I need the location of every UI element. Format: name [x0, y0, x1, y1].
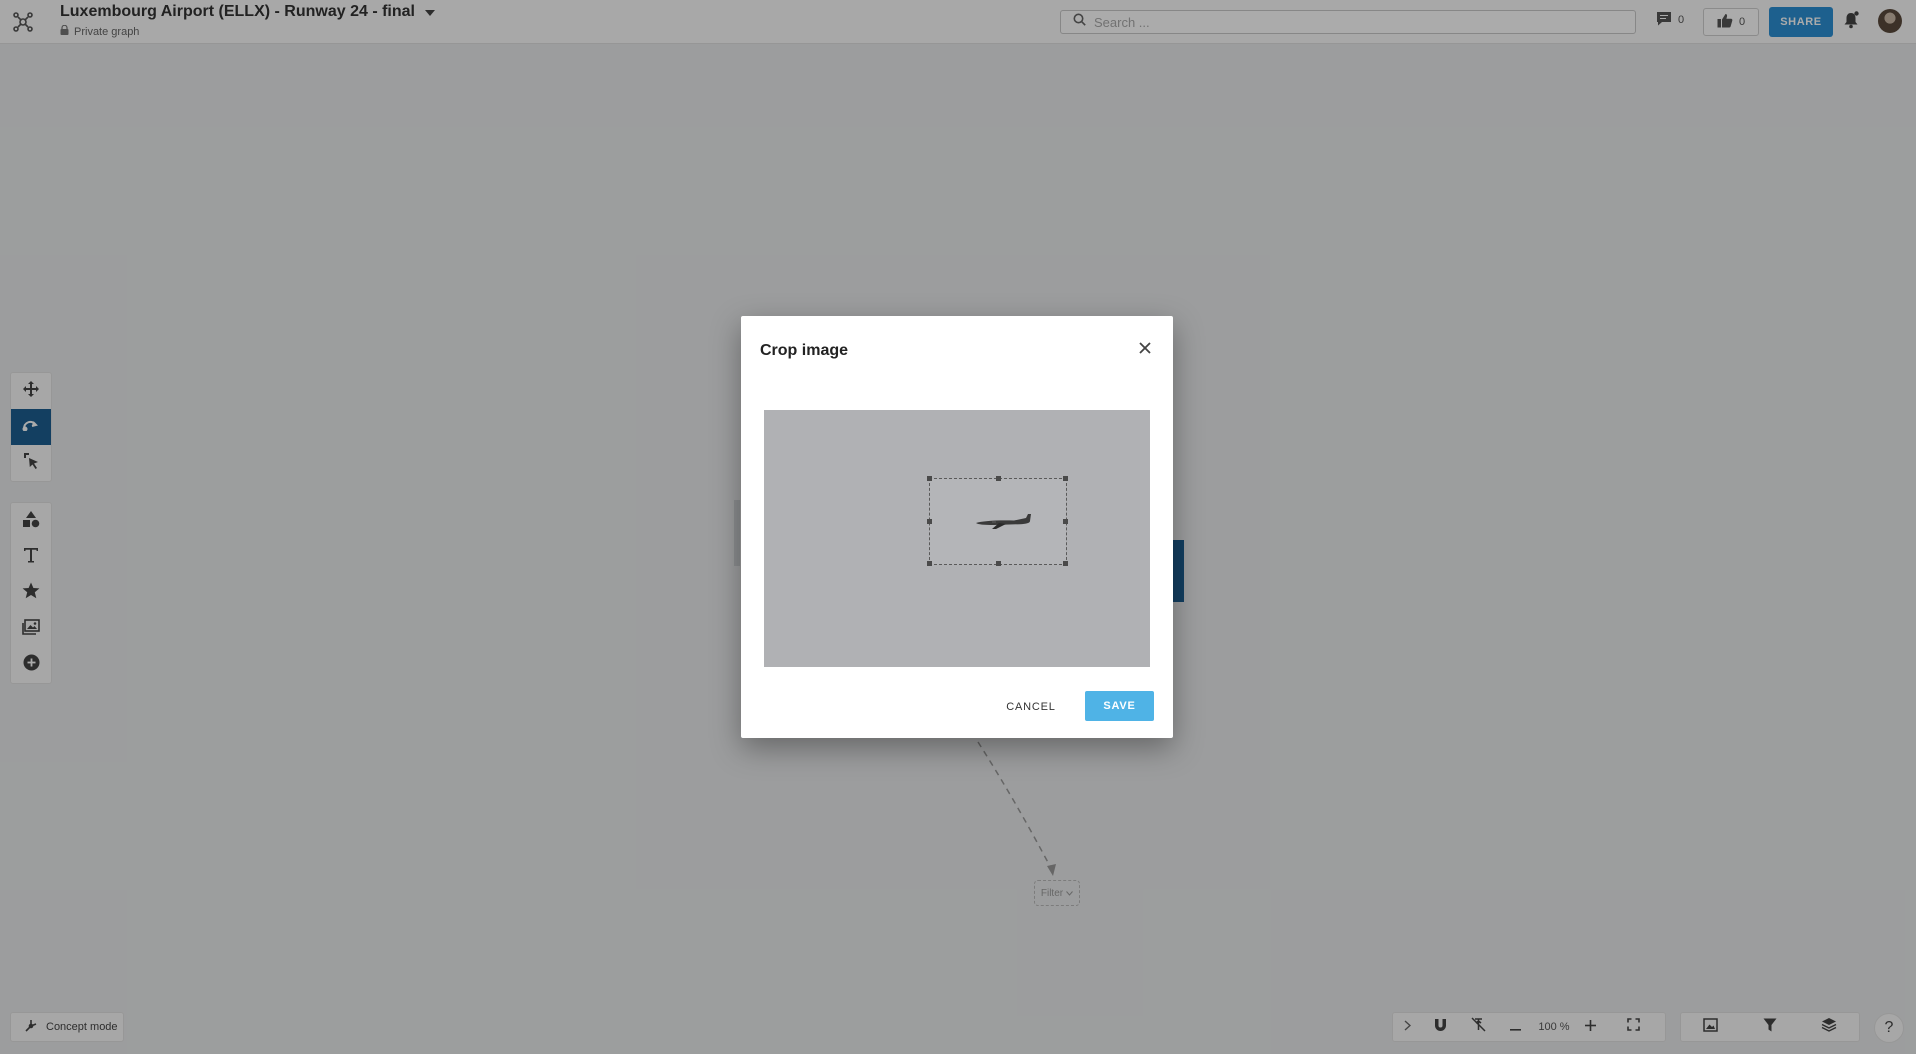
- close-icon: [1139, 341, 1151, 359]
- dialog-title: Crop image: [760, 342, 849, 359]
- close-dialog-button[interactable]: [1133, 338, 1157, 362]
- crop-handle-right[interactable]: [1063, 519, 1068, 524]
- cancel-button[interactable]: CANCEL: [998, 692, 1064, 722]
- crop-canvas[interactable]: [764, 410, 1150, 667]
- airplane-image: [976, 514, 1031, 529]
- crop-handle-top-right[interactable]: [1063, 476, 1068, 481]
- crop-handle-bottom[interactable]: [996, 561, 1001, 566]
- crop-handle-left[interactable]: [927, 519, 932, 524]
- save-button[interactable]: SAVE: [1085, 691, 1154, 721]
- crop-selection[interactable]: [927, 476, 1068, 566]
- crop-handle-top[interactable]: [996, 476, 1001, 481]
- crop-handle-top-left[interactable]: [927, 476, 932, 481]
- crop-image-dialog: Crop image CANCEL SAVE: [741, 316, 1173, 738]
- crop-handle-bottom-left[interactable]: [927, 561, 932, 566]
- crop-handle-bottom-right[interactable]: [1063, 561, 1068, 566]
